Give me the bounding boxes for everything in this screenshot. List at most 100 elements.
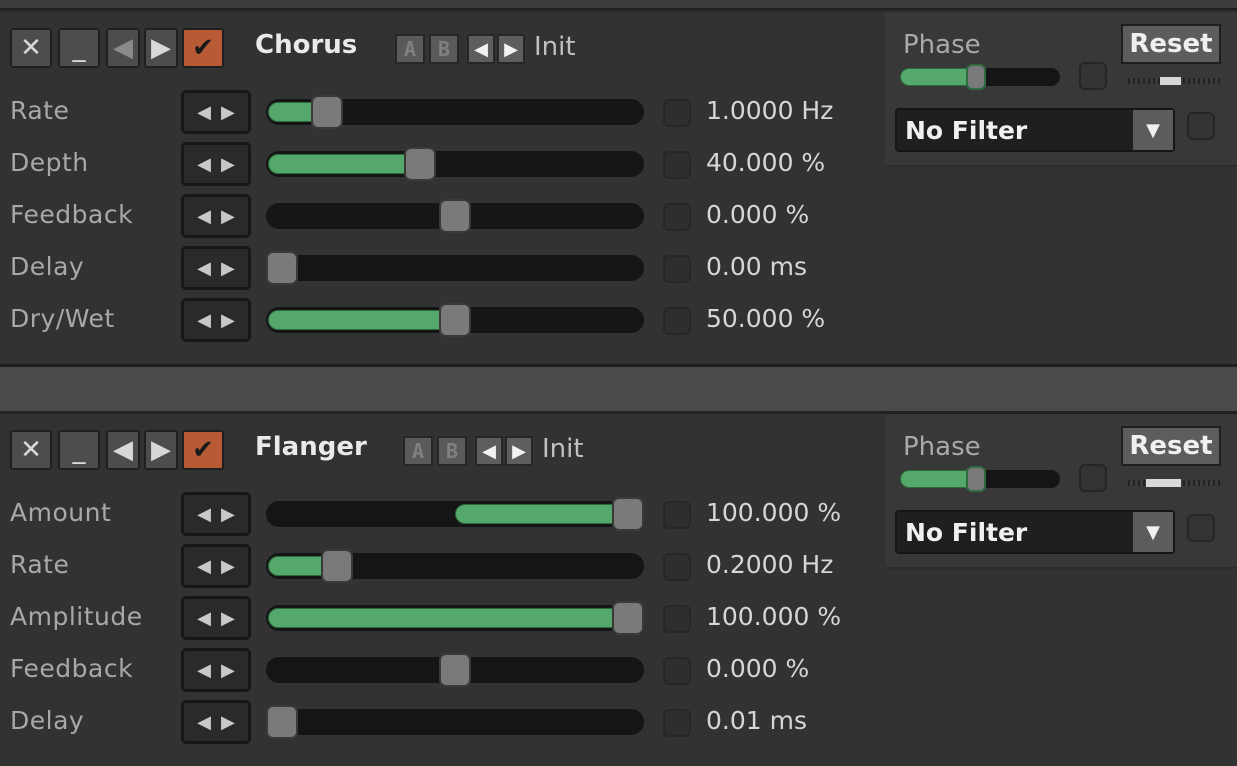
close-icon[interactable]: ✕ [10,430,52,470]
param-slider-knob[interactable] [311,95,343,129]
param-slider-knob[interactable] [266,705,298,739]
increment-icon[interactable]: ▶ [221,310,235,331]
param-slider-knob[interactable] [439,199,471,233]
enable-checkbox[interactable]: ✔ [182,430,224,470]
param-stepper[interactable]: ◀ ▶ [181,596,251,640]
param-slider[interactable] [266,601,644,635]
reset-button[interactable]: Reset [1121,426,1221,466]
param-slider-knob[interactable] [266,251,298,285]
increment-icon[interactable]: ▶ [221,660,235,681]
phase-automation-toggle[interactable] [1079,62,1107,90]
param-slider[interactable] [266,303,644,337]
phase-automation-toggle[interactable] [1079,464,1107,492]
param-stepper[interactable]: ◀ ▶ [181,492,251,536]
close-icon[interactable]: ✕ [10,28,52,68]
param-value[interactable]: 50.000 % [706,304,825,333]
increment-icon[interactable]: ▶ [221,504,235,525]
decrement-icon[interactable]: ◀ [197,504,211,525]
param-slider-knob[interactable] [439,303,471,337]
param-slider[interactable] [266,199,644,233]
param-stepper[interactable]: ◀ ▶ [181,544,251,588]
automation-toggle[interactable] [663,151,691,179]
param-stepper[interactable]: ◀ ▶ [181,142,251,186]
param-slider-knob[interactable] [321,549,353,583]
preset-next-icon[interactable]: ▶ [505,436,533,466]
ab-b-button[interactable]: B [437,436,467,466]
param-slider-knob[interactable] [612,601,644,635]
reset-button[interactable]: Reset [1121,24,1221,64]
phase-slider[interactable] [900,64,1060,90]
decrement-icon[interactable]: ◀ [197,154,211,175]
automation-toggle[interactable] [663,203,691,231]
param-slider[interactable] [266,95,644,129]
increment-icon[interactable]: ▶ [221,556,235,577]
phase-slider[interactable] [900,466,1060,492]
ab-b-button[interactable]: B [429,34,459,64]
increment-icon[interactable]: ▶ [221,102,235,123]
automation-toggle[interactable] [663,307,691,335]
filter-automation-toggle[interactable] [1187,514,1215,542]
param-value[interactable]: 100.000 % [706,498,841,527]
param-slider[interactable] [266,549,644,583]
increment-icon[interactable]: ▶ [221,712,235,733]
filter-automation-toggle[interactable] [1187,112,1215,140]
param-slider[interactable] [266,251,644,285]
preset-name[interactable]: Init [542,434,584,464]
automation-toggle[interactable] [663,605,691,633]
param-stepper[interactable]: ◀ ▶ [181,700,251,744]
enable-checkbox[interactable]: ✔ [182,28,224,68]
decrement-icon[interactable]: ◀ [197,712,211,733]
minimize-icon[interactable]: _ [58,430,100,470]
param-slider-knob[interactable] [404,147,436,181]
move-up-icon[interactable]: ◀ [106,430,140,470]
preset-prev-icon[interactable]: ◀ [467,34,495,64]
decrement-icon[interactable]: ◀ [197,608,211,629]
automation-toggle[interactable] [663,255,691,283]
move-up-icon[interactable]: ◀ [106,28,140,68]
automation-toggle[interactable] [663,709,691,737]
param-slider[interactable] [266,653,644,687]
move-down-icon[interactable]: ▶ [144,28,178,68]
param-value[interactable]: 100.000 % [706,602,841,631]
phase-slider-knob[interactable] [966,466,986,492]
param-value[interactable]: 0.2000 Hz [706,550,833,579]
param-value[interactable]: 40.000 % [706,148,825,177]
param-slider[interactable] [266,497,644,531]
param-stepper[interactable]: ◀ ▶ [181,90,251,134]
param-value[interactable]: 0.000 % [706,200,809,229]
param-stepper[interactable]: ◀ ▶ [181,648,251,692]
phase-slider-knob[interactable] [966,64,986,90]
preset-name[interactable]: Init [534,32,576,62]
preset-next-icon[interactable]: ▶ [497,34,525,64]
chevron-down-icon[interactable]: ▼ [1133,110,1173,150]
decrement-icon[interactable]: ◀ [197,258,211,279]
param-value[interactable]: 0.00 ms [706,252,807,281]
param-stepper[interactable]: ◀ ▶ [181,298,251,342]
filter-dropdown[interactable]: No Filter ▼ [895,108,1175,152]
minimize-icon[interactable]: _ [58,28,100,68]
ab-a-button[interactable]: A [403,436,433,466]
param-stepper[interactable]: ◀ ▶ [181,246,251,290]
param-slider[interactable] [266,147,644,181]
param-value[interactable]: 1.0000 Hz [706,96,833,125]
automation-toggle[interactable] [663,657,691,685]
move-down-icon[interactable]: ▶ [144,430,178,470]
param-slider-knob[interactable] [439,653,471,687]
decrement-icon[interactable]: ◀ [197,102,211,123]
filter-dropdown[interactable]: No Filter ▼ [895,510,1175,554]
param-slider[interactable] [266,705,644,739]
ab-a-button[interactable]: A [395,34,425,64]
preset-prev-icon[interactable]: ◀ [475,436,503,466]
decrement-icon[interactable]: ◀ [197,206,211,227]
increment-icon[interactable]: ▶ [221,608,235,629]
increment-icon[interactable]: ▶ [221,154,235,175]
decrement-icon[interactable]: ◀ [197,660,211,681]
automation-toggle[interactable] [663,99,691,127]
decrement-icon[interactable]: ◀ [197,310,211,331]
increment-icon[interactable]: ▶ [221,206,235,227]
automation-toggle[interactable] [663,553,691,581]
param-slider-knob[interactable] [612,497,644,531]
automation-toggle[interactable] [663,501,691,529]
param-value[interactable]: 0.01 ms [706,706,807,735]
decrement-icon[interactable]: ◀ [197,556,211,577]
